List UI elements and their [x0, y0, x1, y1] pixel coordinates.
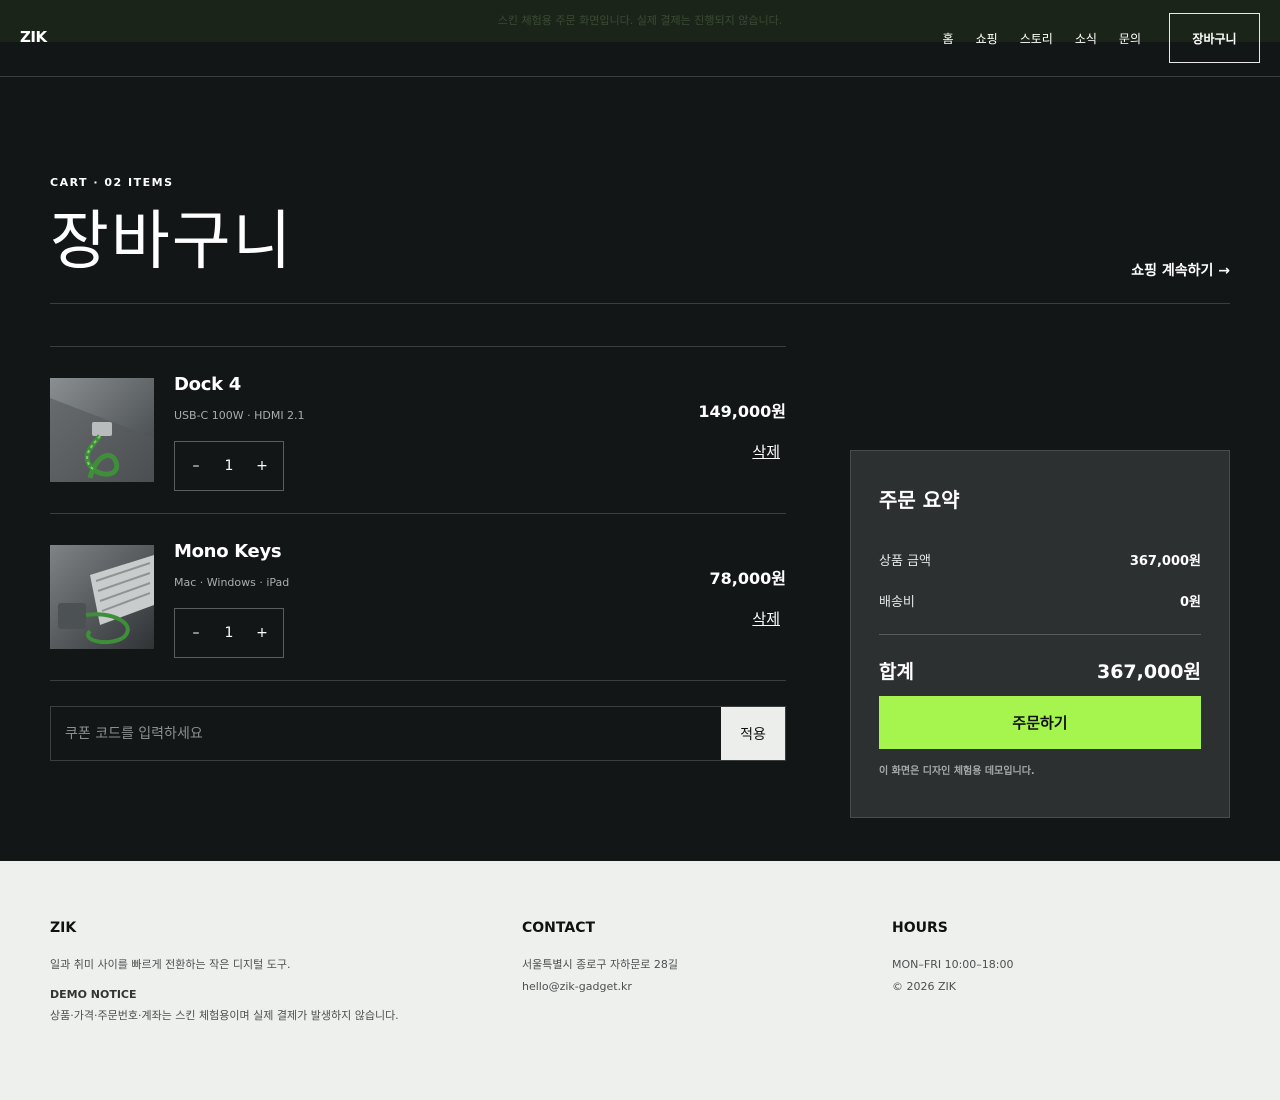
- order-button[interactable]: 주문하기: [879, 696, 1201, 749]
- item-price: 149,000원: [698, 402, 786, 421]
- quantity-stepper: – 1 +: [174, 441, 284, 491]
- nav-contact[interactable]: 문의: [1119, 30, 1141, 47]
- cart-item: Mono Keys Mac · Windows · iPad – 1 + 78,…: [50, 514, 786, 681]
- shipping-row: 배송비 0원: [879, 591, 1201, 610]
- site-header: ZIK 홈 쇼핑 스토리 소식 문의 장바구니: [0, 0, 1280, 77]
- site-footer: ZIK 일과 취미 사이를 빠르게 전환하는 작은 디지털 도구. DEMO N…: [0, 861, 1280, 1100]
- nav-story[interactable]: 스토리: [1020, 30, 1053, 47]
- hours-time: MON–FRI 10:00–18:00: [892, 958, 1014, 971]
- nav-home[interactable]: 홈: [943, 30, 954, 47]
- quantity-value: 1: [224, 458, 234, 474]
- footer-hours: HOURS MON–FRI 10:00–18:00 © 2026 ZIK: [892, 920, 1014, 998]
- item-spec: Mac · Windows · iPad: [174, 576, 290, 589]
- contact-title: CONTACT: [522, 920, 596, 936]
- order-summary: 주문 요약 상품 금액 367,000원 배송비 0원 합계 367,000원 …: [850, 450, 1230, 818]
- demo-notice-text: 상품·가격·주문번호·계좌는 스킨 체험용이며 실제 결제가 발생하지 않습니다…: [50, 1009, 399, 1022]
- subtotal-row: 상품 금액 367,000원: [879, 550, 1201, 569]
- nav-shop[interactable]: 쇼핑: [976, 30, 998, 47]
- cart-items: Dock 4 USB-C 100W · HDMI 2.1 – 1 + 149,0…: [50, 346, 786, 681]
- logo[interactable]: ZIK: [20, 28, 47, 46]
- increase-button[interactable]: +: [255, 458, 269, 474]
- footer-logo: ZIK: [50, 920, 77, 936]
- contact-address: 서울특별시 종로구 자하문로 28길: [522, 958, 679, 971]
- coupon-form: 적용: [50, 706, 786, 761]
- page-title: 장바구니: [50, 205, 294, 279]
- demo-notice-title: DEMO NOTICE: [50, 988, 137, 1001]
- cart-item: Dock 4 USB-C 100W · HDMI 2.1 – 1 + 149,0…: [50, 347, 786, 514]
- coupon-input[interactable]: [51, 707, 721, 760]
- item-spec: USB-C 100W · HDMI 2.1: [174, 409, 305, 422]
- shipping-label: 배송비: [879, 595, 915, 610]
- nav-news[interactable]: 소식: [1075, 30, 1097, 47]
- main-nav: 홈 쇼핑 스토리 소식 문의: [921, 30, 1141, 47]
- quantity-value: 1: [224, 625, 234, 641]
- hours-title: HOURS: [892, 920, 948, 936]
- subtotal-label: 상품 금액: [879, 554, 931, 569]
- item-name[interactable]: Dock 4: [174, 374, 241, 395]
- coupon-apply-button[interactable]: 적용: [721, 707, 785, 760]
- footer-contact: CONTACT 서울특별시 종로구 자하문로 28길 hello@zik-gad…: [522, 920, 678, 998]
- continue-shopping-link[interactable]: 쇼핑 계속하기 →: [1131, 260, 1230, 280]
- item-price: 78,000원: [709, 569, 786, 588]
- total-value: 367,000원: [1096, 661, 1201, 683]
- copyright: © 2026 ZIK: [892, 980, 956, 993]
- quantity-stepper: – 1 +: [174, 608, 284, 658]
- shipping-value: 0원: [1179, 595, 1201, 610]
- summary-title: 주문 요약: [879, 488, 960, 512]
- increase-button[interactable]: +: [255, 625, 269, 641]
- product-image-dock[interactable]: [50, 378, 154, 482]
- remove-item-button[interactable]: 삭제: [752, 441, 780, 462]
- product-image-keys[interactable]: [50, 545, 154, 649]
- decrease-button[interactable]: –: [189, 458, 203, 474]
- subtotal-value: 367,000원: [1129, 554, 1201, 569]
- decrease-button[interactable]: –: [189, 625, 203, 641]
- cart-count-eyebrow: CART · 02 ITEMS: [50, 176, 174, 189]
- divider: [879, 634, 1201, 635]
- contact-email[interactable]: hello@zik-gadget.kr: [522, 976, 678, 998]
- item-name[interactable]: Mono Keys: [174, 541, 282, 562]
- cart-button[interactable]: 장바구니: [1169, 13, 1260, 63]
- remove-item-button[interactable]: 삭제: [752, 608, 780, 629]
- footer-brand: ZIK 일과 취미 사이를 빠르게 전환하는 작은 디지털 도구. DEMO N…: [50, 920, 399, 1028]
- demo-note: 이 화면은 디자인 체험용 데모입니다.: [879, 766, 1035, 777]
- divider: [50, 303, 1230, 304]
- total-row: 합계 367,000원: [879, 657, 1201, 684]
- footer-tagline: 일과 취미 사이를 빠르게 전환하는 작은 디지털 도구.: [50, 958, 291, 971]
- total-label: 합계: [879, 661, 914, 683]
